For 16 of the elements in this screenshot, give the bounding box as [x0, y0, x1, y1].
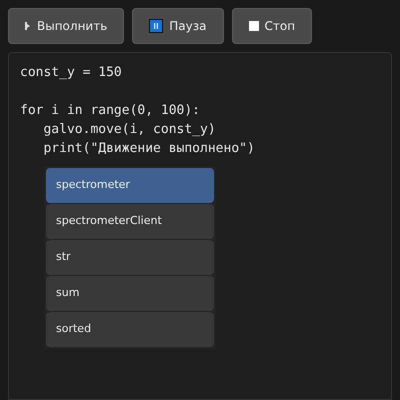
code-editor[interactable]: const_y = 150 for i in range(0, 100): galvo.move(i, const_y) print("Движение выполнено") spectrometer spectrometerClient str sum sorted: [8, 52, 392, 400]
code-line: const_y = 150: [20, 64, 123, 82]
suggestion-item[interactable]: spectrometer: [46, 168, 214, 203]
code-line: galvo.move(i, const_y): [42, 121, 217, 139]
suggestion-item[interactable]: sorted: [46, 312, 214, 347]
suggestion-item[interactable]: sum: [46, 276, 214, 311]
pause-button[interactable]: Пауза: [132, 8, 224, 44]
run-button[interactable]: Выполнить: [8, 8, 124, 44]
code-line: print("Движение выполнено"): [42, 140, 256, 158]
play-icon: [25, 22, 31, 30]
pause-icon: [149, 19, 164, 33]
suggestion-item[interactable]: spectrometerClient: [46, 204, 214, 239]
suggestion-item[interactable]: str: [46, 240, 214, 275]
stop-button[interactable]: Стоп: [232, 8, 312, 44]
code-line: for i in range(0, 100):: [20, 102, 202, 120]
stop-icon: [248, 21, 258, 31]
